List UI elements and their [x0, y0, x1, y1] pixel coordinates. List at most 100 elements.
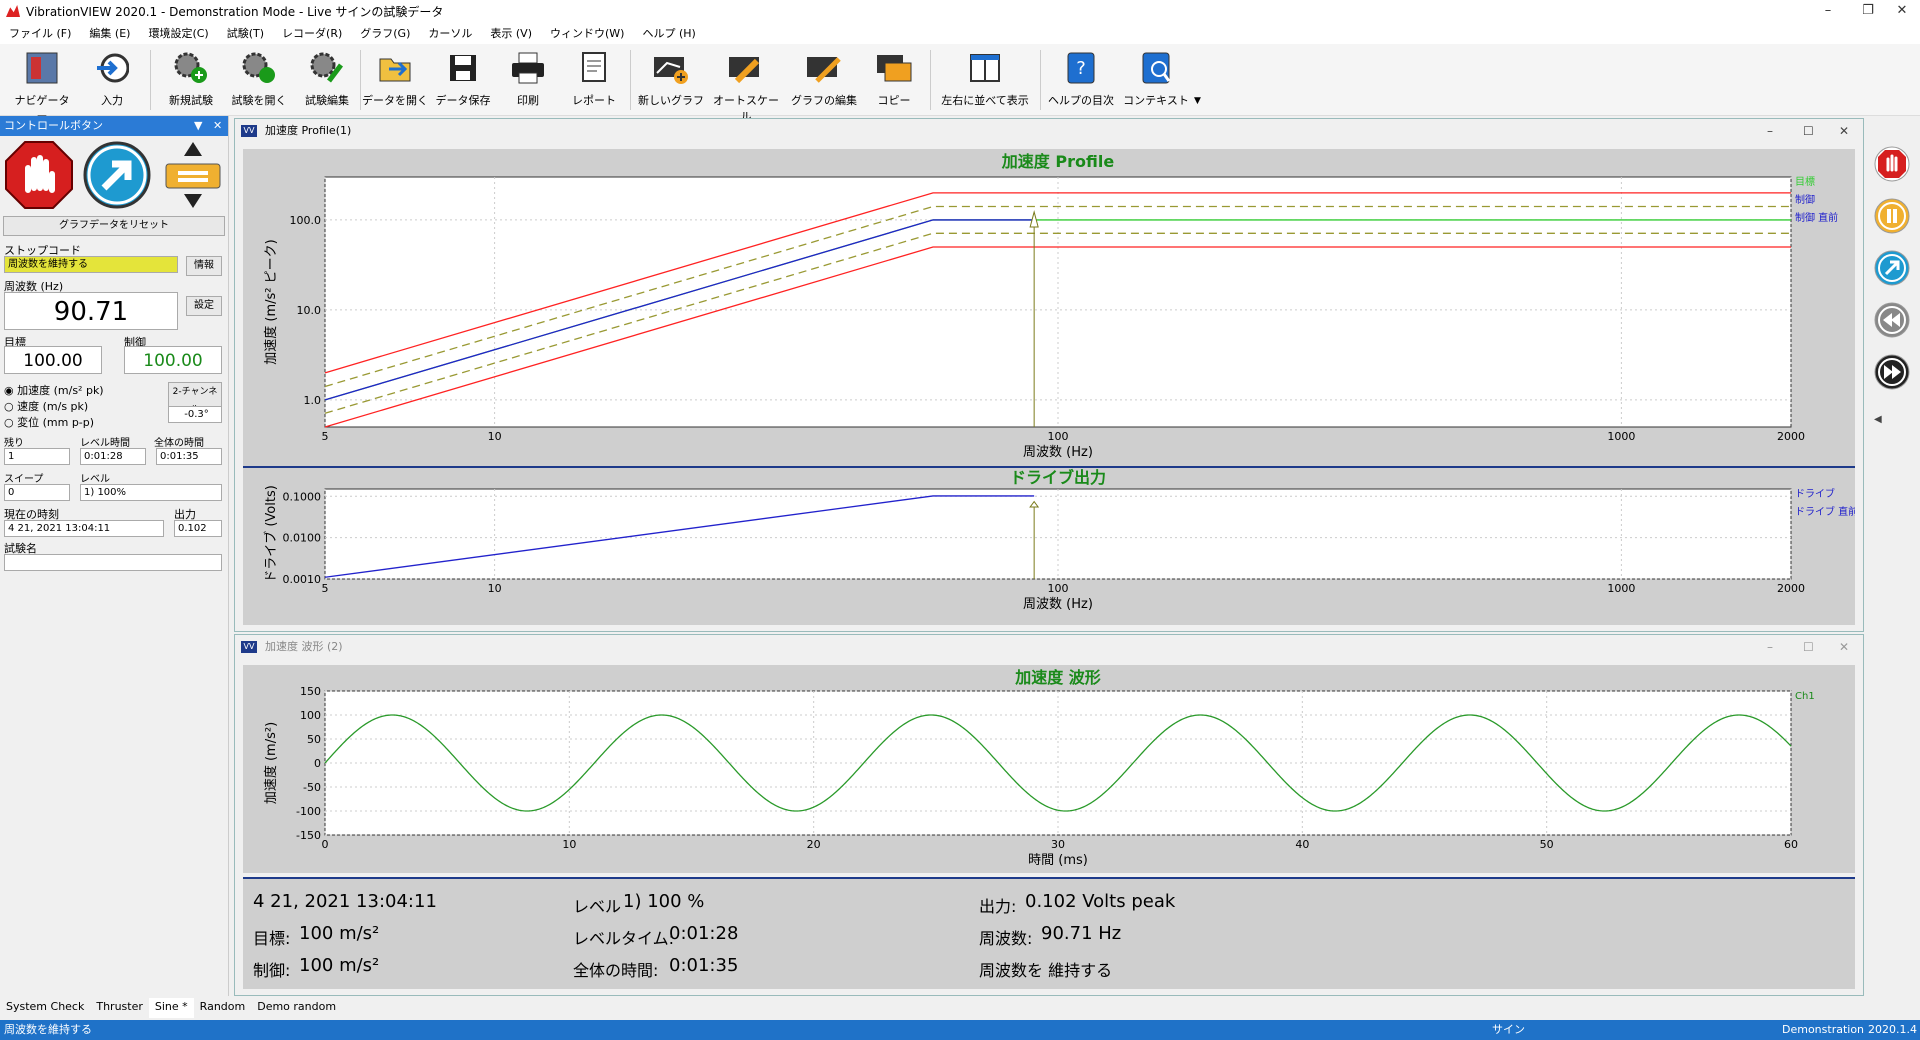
tile-icon [965, 48, 1005, 88]
side-start-button[interactable] [1874, 250, 1910, 286]
waveform-minimize-button[interactable]: – [1767, 635, 1773, 659]
waveform-graph[interactable]: 加速度 波形 0 10 20 30 40 50 60 -150 -100 -50 0 50 100 150 時… [243, 665, 1855, 873]
chart-title-0: 加速度 Profile [1001, 152, 1115, 171]
gear-plus-icon [171, 48, 211, 88]
menu-test[interactable]: 試験(T) [218, 25, 273, 41]
legend-entry: ドライブ 直前 [1795, 505, 1855, 518]
legend-entry: Ch1 [1795, 691, 1815, 702]
legend-entry: 目標 [1795, 175, 1815, 188]
panel-dropdown-icon[interactable]: ▼ [194, 116, 202, 136]
edit-graph-button[interactable]: グラフの編集 [788, 48, 860, 108]
radio-displacement[interactable]: ○ 変位 (mm p-p) [4, 414, 94, 430]
side-rewind-button[interactable] [1874, 302, 1910, 338]
tab-sine[interactable]: Sine * [148, 998, 194, 1018]
profile-maximize-button[interactable]: ☐ [1803, 119, 1814, 143]
radio-displacement-label: 変位 (mm p-p) [17, 416, 95, 429]
test-name-field [4, 554, 222, 571]
control-display: 100.00 [124, 346, 222, 374]
menu-recorder[interactable]: レコーダ(R) [273, 25, 351, 41]
side-forward-button[interactable] [1874, 354, 1910, 390]
status-leveltime-key: レベルタイム: [573, 929, 675, 948]
status-target-key: 目標: [253, 929, 291, 948]
reset-graph-button[interactable]: グラフデータをリセット [3, 216, 225, 236]
x-tick-label: 5 [322, 582, 329, 595]
side-stop-button[interactable] [1874, 146, 1910, 182]
tile-vertical-button[interactable]: 左右に並べて表示 [940, 48, 1030, 108]
tab-random[interactable]: Random [194, 998, 252, 1018]
sweep-label: スイープ [4, 474, 44, 485]
menu-edit[interactable]: 編集 (E) [80, 25, 139, 41]
menu-help[interactable]: ヘルプ (H) [633, 25, 704, 41]
minimize-button[interactable]: – [1808, 0, 1848, 22]
x-tick-label: 20 [807, 838, 821, 851]
menu-bar: ファイル (F) 編集 (E) 環境設定(C) 試験(T) レコーダ(R) グラ… [0, 22, 1920, 44]
status-leveltime-value: 0:01:28 [669, 923, 739, 944]
x-tick-label: 60 [1784, 838, 1798, 851]
new-test-label: 新規試験 [169, 94, 213, 107]
tab-system-check[interactable]: System Check [0, 998, 90, 1018]
radio-acceleration[interactable]: ◉ 加速度 (m/s² pk) [4, 382, 104, 398]
level-time-field: 0:01:28 [80, 448, 146, 465]
menu-graph[interactable]: グラフ(G) [351, 25, 419, 41]
waveform-close-button[interactable]: ✕ [1839, 635, 1849, 659]
new-graph-button[interactable]: 新しいグラフ [638, 48, 704, 108]
window-app-icon: VV [241, 125, 257, 137]
remain-label: 残り [4, 438, 24, 449]
menu-config[interactable]: 環境設定(C) [139, 25, 217, 41]
info-button[interactable]: 情報 [186, 256, 222, 276]
copy-button[interactable]: コピー [864, 48, 924, 108]
new-test-button[interactable]: 新規試験 [158, 48, 224, 108]
set-frequency-button[interactable]: 設定 [186, 296, 222, 316]
chart-title-1: ドライブ出力 [1010, 468, 1106, 487]
close-button[interactable]: ✕ [1882, 0, 1920, 22]
title-bar: VibrationVIEW 2020.1 - Demonstration Mod… [0, 0, 1920, 22]
profile-minimize-button[interactable]: – [1767, 119, 1773, 143]
x-axis-label-2: 時間 (ms) [1028, 853, 1088, 868]
context-help-label: コンテキスト [1123, 94, 1189, 107]
level-up-down-control[interactable] [162, 140, 224, 210]
app-logo-icon [6, 5, 20, 17]
menu-cursor[interactable]: カーソル [419, 25, 481, 41]
profile-close-button[interactable]: ✕ [1839, 119, 1849, 143]
help-contents-button[interactable]: ? ヘルプの目次 [1048, 48, 1114, 108]
y-tick-label: -50 [303, 781, 321, 794]
statusbar-message: 周波数を維持する [4, 1023, 92, 1036]
save-data-button[interactable]: データ保存 [430, 48, 496, 108]
side-pause-button[interactable] [1874, 198, 1910, 234]
start-button[interactable] [82, 140, 152, 210]
open-data-label: データを開く [362, 94, 428, 107]
menu-file[interactable]: ファイル (F) [0, 25, 80, 41]
open-test-button[interactable]: 試験を開く [226, 48, 292, 108]
status-total-value: 0:01:35 [669, 955, 739, 976]
toolbar-overflow-icon[interactable]: ▼ [1194, 96, 1201, 106]
autoscale-button[interactable]: オートスケール [708, 48, 784, 124]
radio-velocity[interactable]: ○ 速度 (m/s pk) [4, 398, 88, 414]
folder-open-icon [375, 48, 415, 88]
menu-window[interactable]: ウィンドウ(W) [541, 25, 633, 41]
edit-test-button[interactable]: 試験編集 [294, 48, 360, 108]
level-label: レベル [80, 474, 110, 485]
context-help-button[interactable]: コンテキスト [1120, 48, 1192, 108]
print-label: 印刷 [517, 94, 539, 107]
input-button[interactable]: 入力 [82, 48, 142, 108]
tab-thruster[interactable]: Thruster [90, 998, 149, 1018]
x-tick-label: 0 [322, 838, 329, 851]
panel-close-icon[interactable]: ✕ [213, 116, 222, 136]
level-time-label: レベル時間 [80, 438, 130, 449]
profile-graph[interactable]: 加速度 Profile 5 10 100 1000 2000 1.0 10.0 100.0 周波数… [243, 149, 1855, 625]
menu-view[interactable]: 表示 (V) [481, 25, 541, 41]
help-icon: ? [1061, 48, 1101, 88]
open-data-button[interactable]: データを開く [362, 48, 428, 108]
window-title: VibrationVIEW 2020.1 - Demonstration Mod… [26, 4, 444, 19]
side-collapse-icon[interactable]: ◀ [1874, 414, 1882, 425]
navigator-button[interactable]: ナビゲーター [12, 48, 72, 124]
stopcode-field: 周波数を維持する [4, 256, 178, 273]
y-tick-label: 0.0100 [283, 532, 322, 545]
report-button[interactable]: レポート [564, 48, 624, 108]
stop-button[interactable] [4, 140, 74, 210]
print-button[interactable]: 印刷 [498, 48, 558, 108]
waveform-maximize-button[interactable]: ☐ [1803, 635, 1814, 659]
tab-demo-random[interactable]: Demo random [251, 998, 342, 1018]
sweep-field: 0 [4, 484, 70, 501]
open-test-label: 試験を開く [231, 94, 287, 107]
